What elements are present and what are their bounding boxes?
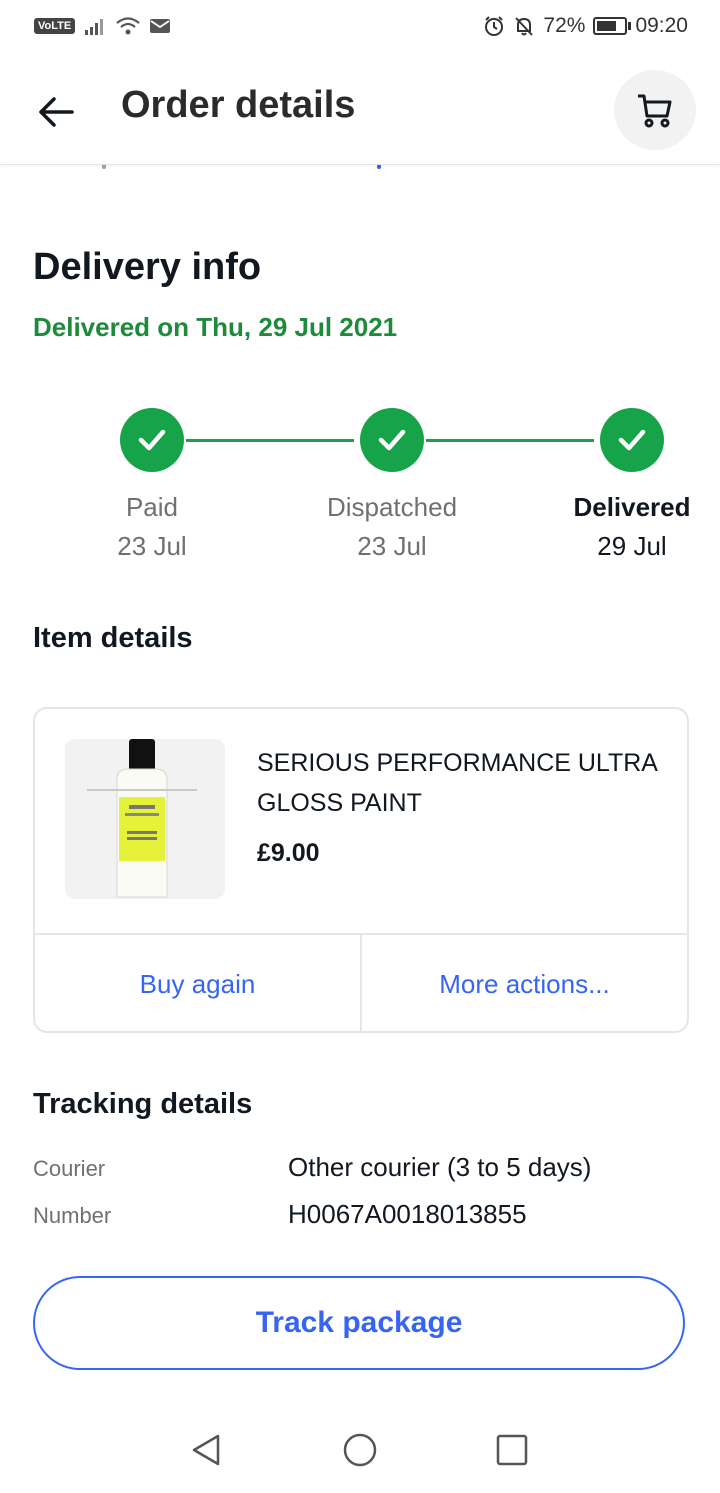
status-right: 72% 09:20 [483, 14, 688, 38]
item-card: SERIOUS PERFORMANCE ULTRA GLOSS PAINT £9… [33, 707, 689, 1033]
check-icon [360, 408, 424, 472]
clock: 09:20 [635, 14, 688, 37]
step-dispatched: Dispatched 23 Jul [312, 408, 472, 562]
step-date: 29 Jul [597, 531, 667, 561]
step-label: Delivered [573, 492, 691, 522]
nav-back-button[interactable] [186, 1430, 226, 1470]
triangle-back-icon [192, 1434, 220, 1466]
clipped-content [0, 165, 720, 175]
tracking-details-title: Tracking details [33, 1088, 253, 1120]
number-label: Number [33, 1203, 112, 1228]
tracking-number[interactable]: H0067A0018013855 [288, 1199, 527, 1230]
step-label: Paid [125, 492, 179, 522]
page-title: Order details [121, 84, 356, 126]
delivery-progress: Paid 23 Jul Dispatched 23 Jul Delivered … [0, 408, 720, 578]
battery-fill [597, 21, 617, 31]
system-nav-bar [0, 1410, 720, 1493]
square-recents-icon [496, 1434, 528, 1466]
step-date: 23 Jul [357, 531, 427, 561]
shopping-cart-icon [638, 94, 672, 128]
status-bar: VoLTE 72% 09:20 [0, 0, 720, 56]
cart-button[interactable] [614, 70, 696, 150]
product-image[interactable] [65, 739, 225, 899]
step-date: 23 Jul [117, 531, 187, 561]
item-price: £9.00 [257, 839, 320, 867]
clipped-link-glyph [377, 165, 381, 169]
delivery-status: Delivered on Thu, 29 Jul 2021 [33, 312, 398, 342]
item-title[interactable]: SERIOUS PERFORMANCE ULTRA GLOSS PAINT [257, 743, 657, 823]
check-icon [120, 408, 184, 472]
step-paid: Paid 23 Jul [72, 408, 232, 562]
more-actions-button[interactable]: More actions... [360, 935, 687, 1031]
battery-icon [593, 17, 632, 35]
status-left: VoLTE [34, 16, 171, 36]
circle-home-icon [343, 1433, 377, 1467]
battery-percent: 72% [543, 14, 586, 37]
app-bar: Order details [0, 56, 720, 165]
item-actions: Buy again More actions... [35, 933, 687, 1031]
check-icon [600, 408, 664, 472]
clipped-glyph [102, 165, 106, 169]
step-delivered: Delivered 29 Jul [552, 408, 712, 562]
mail-icon [150, 19, 171, 33]
volte-icon: VoLTE [34, 18, 76, 34]
nav-home-button[interactable] [340, 1430, 380, 1470]
courier-label: Courier [33, 1156, 106, 1181]
nav-recents-button[interactable] [492, 1430, 532, 1470]
back-button[interactable] [34, 90, 78, 134]
buy-again-button[interactable]: Buy again [35, 935, 360, 1031]
delivery-info-title: Delivery info [33, 246, 262, 288]
step-label: Dispatched [326, 492, 458, 522]
notifications-off-icon [515, 17, 534, 36]
alarm-icon [485, 16, 504, 36]
bottle-image [87, 739, 197, 898]
track-package-button[interactable]: Track package [33, 1276, 685, 1370]
courier-value: Other courier (3 to 5 days) [288, 1152, 592, 1182]
item-details-title: Item details [33, 622, 193, 654]
arrow-left-icon [39, 97, 74, 127]
signal-icon [85, 19, 104, 35]
wifi-icon [116, 17, 140, 35]
